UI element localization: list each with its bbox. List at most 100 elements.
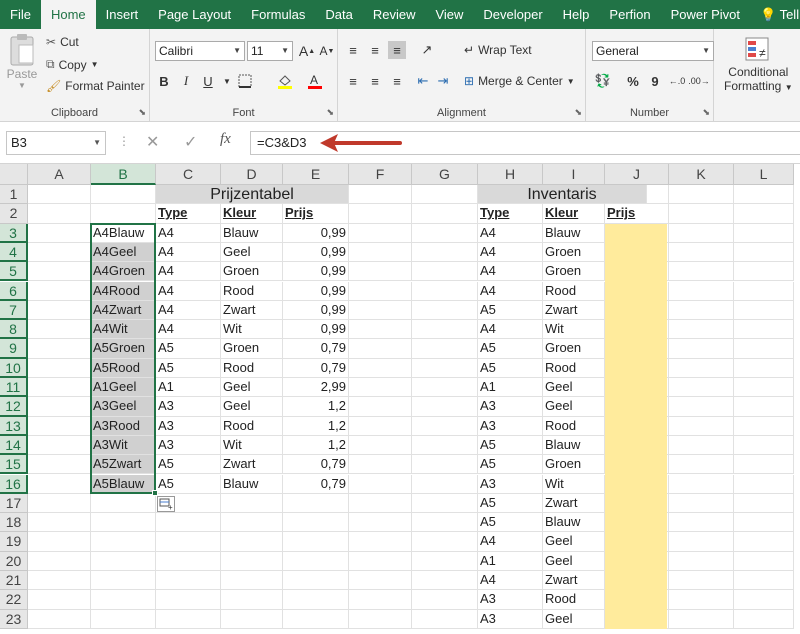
cell[interactable] <box>156 532 221 552</box>
cell[interactable] <box>349 513 412 533</box>
type-cell[interactable]: A5 <box>478 455 543 475</box>
prijs-cell[interactable]: 0,99 <box>283 262 349 282</box>
cell[interactable] <box>734 532 794 552</box>
column-header-d[interactable]: D <box>221 164 283 185</box>
type-cell[interactable]: A5 <box>478 435 543 456</box>
header-cell[interactable]: Prijs <box>283 204 349 224</box>
tab-power-pivot[interactable]: Power Pivot <box>661 0 750 29</box>
cell[interactable] <box>669 455 734 475</box>
prijs-cell[interactable]: 1,2 <box>283 435 349 456</box>
cell[interactable] <box>91 185 156 205</box>
row-header-10[interactable]: 10 <box>0 358 28 378</box>
type-cell[interactable]: A5 <box>478 300 543 321</box>
type-cell[interactable]: A1 <box>478 378 543 398</box>
cell[interactable] <box>28 358 91 378</box>
cell[interactable] <box>412 416 478 436</box>
row-header-9[interactable]: 9 <box>0 339 28 359</box>
cell[interactable] <box>91 204 156 224</box>
type-cell[interactable]: A4 <box>156 281 221 301</box>
cell[interactable] <box>734 397 794 417</box>
row-header-20[interactable]: 20 <box>0 551 28 571</box>
kleur-cell[interactable]: Rood <box>221 358 283 378</box>
kleur-cell[interactable]: Wit <box>221 320 283 340</box>
cell[interactable] <box>669 281 734 301</box>
kleur-cell[interactable]: Geel <box>221 378 283 398</box>
row-header-19[interactable]: 19 <box>0 532 28 552</box>
tab-developer[interactable]: Developer <box>473 0 552 29</box>
cell[interactable] <box>669 339 734 359</box>
header-cell[interactable]: Prijs <box>605 204 669 224</box>
kleur-cell[interactable]: Rood <box>543 590 605 610</box>
type-cell[interactable]: A4 <box>478 223 543 243</box>
row-header-8[interactable]: 8 <box>0 320 28 340</box>
cell[interactable] <box>221 493 283 514</box>
type-cell[interactable]: A5 <box>478 339 543 359</box>
row-header-16[interactable]: 16 <box>0 474 28 494</box>
kleur-cell[interactable]: Groen <box>543 262 605 282</box>
kleur-cell[interactable]: Zwart <box>543 300 605 321</box>
cell[interactable] <box>28 185 91 205</box>
kleur-cell[interactable]: Rood <box>221 281 283 301</box>
cell[interactable] <box>669 513 734 533</box>
kleur-cell[interactable]: Blauw <box>221 223 283 243</box>
row-header-14[interactable]: 14 <box>0 435 28 456</box>
prijs-cell[interactable]: 0,79 <box>283 358 349 378</box>
tab-file[interactable]: File <box>0 0 41 29</box>
cell[interactable] <box>283 609 349 629</box>
cell[interactable] <box>669 474 734 494</box>
cell[interactable] <box>412 551 478 571</box>
kleur-cell[interactable]: Groen <box>543 455 605 475</box>
align-right-icon[interactable]: ≡ <box>388 72 406 90</box>
column-header-i[interactable]: I <box>543 164 605 185</box>
cell[interactable] <box>349 532 412 552</box>
type-cell[interactable]: A3 <box>478 416 543 436</box>
dialog-launcher-icon[interactable]: ⬊ <box>702 107 710 118</box>
row-header-3[interactable]: 3 <box>0 223 28 243</box>
tab-view[interactable]: View <box>425 0 473 29</box>
cell[interactable] <box>283 513 349 533</box>
kleur-cell[interactable]: Geel <box>543 551 605 571</box>
borders-icon[interactable] <box>236 72 254 90</box>
cell[interactable] <box>349 378 412 398</box>
cell[interactable] <box>734 223 794 243</box>
tab-tell-m[interactable]: 💡 Tell m <box>750 0 800 29</box>
type-cell[interactable]: A5 <box>478 513 543 533</box>
cell[interactable] <box>669 397 734 417</box>
cell[interactable] <box>669 435 734 456</box>
kleur-cell[interactable]: Rood <box>543 358 605 378</box>
cell[interactable] <box>349 300 412 321</box>
cell[interactable] <box>91 513 156 533</box>
cell[interactable] <box>221 513 283 533</box>
dialog-launcher-icon[interactable]: ⬊ <box>326 107 334 118</box>
cell[interactable] <box>91 532 156 552</box>
cell[interactable] <box>412 281 478 301</box>
italic-button[interactable]: I <box>177 72 195 90</box>
type-cell[interactable]: A4 <box>478 532 543 552</box>
underline-button[interactable]: U <box>199 72 217 90</box>
cell[interactable] <box>28 435 91 456</box>
type-cell[interactable]: A4 <box>478 242 543 263</box>
kleur-cell[interactable]: Rood <box>543 281 605 301</box>
type-cell[interactable]: A3 <box>478 609 543 629</box>
kleur-cell[interactable]: Groen <box>543 339 605 359</box>
align-center-icon[interactable]: ≡ <box>366 72 384 90</box>
cell[interactable] <box>412 358 478 378</box>
prijs-cell[interactable]: 1,2 <box>283 397 349 417</box>
row-header-17[interactable]: 17 <box>0 493 28 514</box>
cell[interactable] <box>669 378 734 398</box>
copy-button[interactable]: ⧉ Copy ▼ <box>46 57 99 72</box>
prijs-cell[interactable]: 0,79 <box>283 474 349 494</box>
enter-icon[interactable]: ✓ <box>184 132 197 152</box>
conditional-formatting-button[interactable]: ≠ Conditional Formatting ▼ <box>724 35 793 93</box>
cell[interactable] <box>412 435 478 456</box>
type-cell[interactable]: A4 <box>478 320 543 340</box>
row-header-5[interactable]: 5 <box>0 262 28 282</box>
cell[interactable] <box>349 474 412 494</box>
kleur-cell[interactable]: Blauw <box>543 223 605 243</box>
cell[interactable] <box>28 397 91 417</box>
cell[interactable] <box>349 455 412 475</box>
cell[interactable] <box>156 551 221 571</box>
cell[interactable] <box>91 551 156 571</box>
kleur-cell[interactable]: Zwart <box>221 455 283 475</box>
cell[interactable] <box>283 551 349 571</box>
